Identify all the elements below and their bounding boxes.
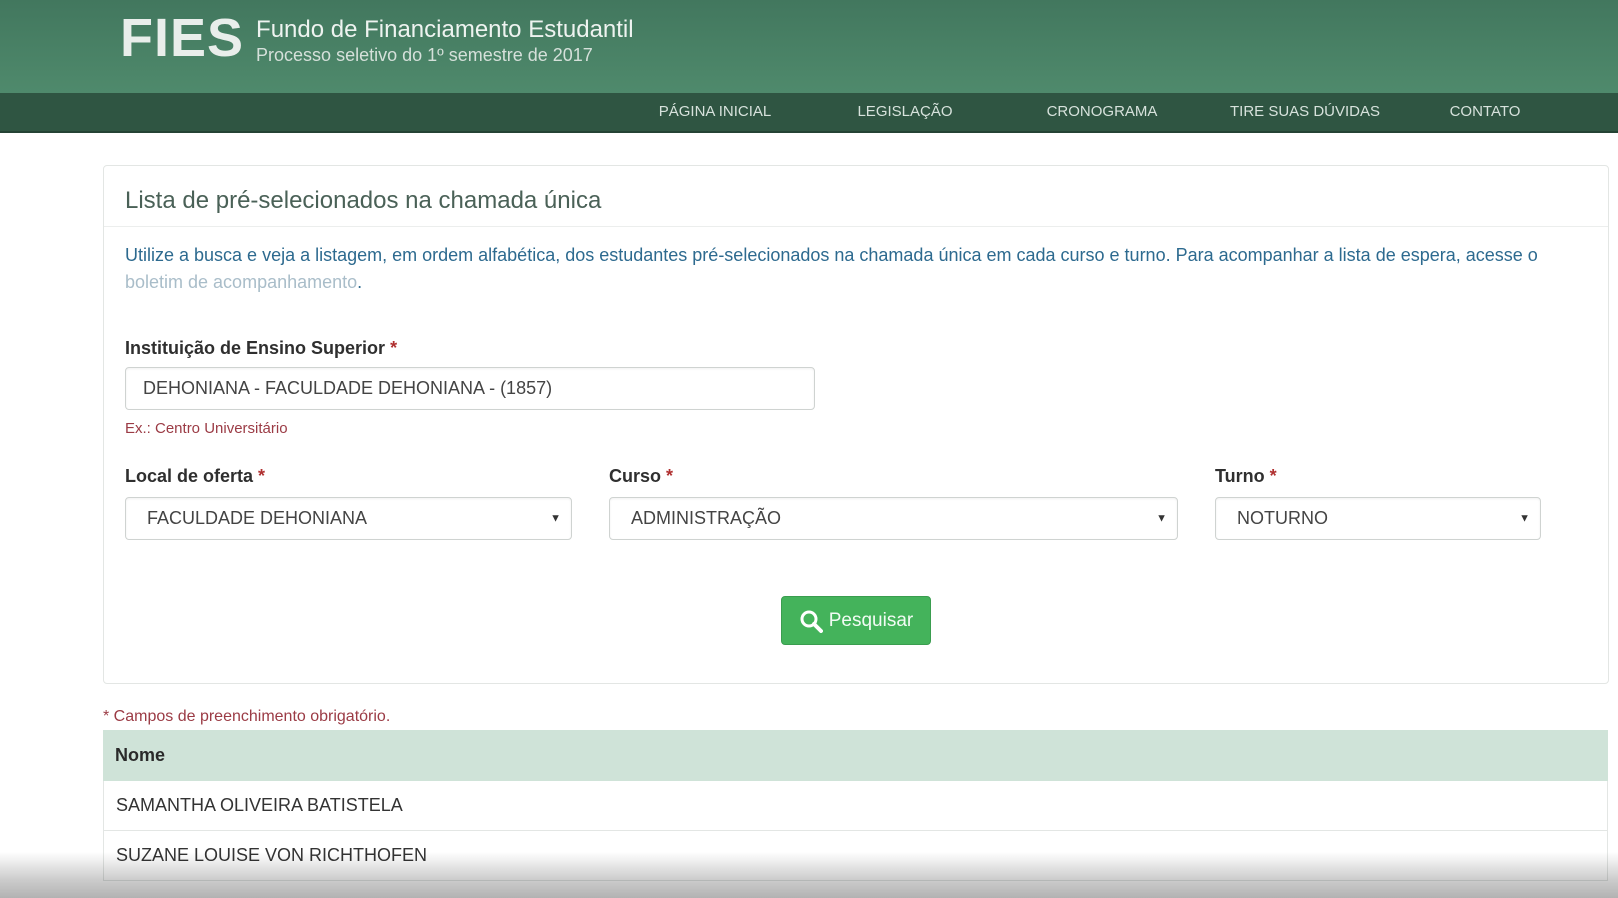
curso-label-text: Curso — [609, 466, 662, 486]
pesquisar-button[interactable]: Pesquisar — [781, 596, 931, 645]
nav-cronograma[interactable]: CRONOGRAMA — [1022, 93, 1182, 131]
site-header: FIES Fundo de Financiamento Estudantil P… — [0, 0, 1618, 93]
table-row: SUZANE LOUISE VON RICHTHOFEN — [103, 831, 1608, 881]
pesquisar-label: Pesquisar — [828, 609, 914, 631]
institution-label: Instituição de Ensino Superior * — [125, 338, 397, 359]
nav-contato[interactable]: CONTATO — [1430, 93, 1540, 131]
curso-select[interactable]: ADMINISTRAÇÃO ▼ — [609, 497, 1178, 540]
site-title: Fundo de Financiamento Estudantil — [256, 16, 634, 43]
fies-logo: FIES — [120, 8, 245, 68]
turno-label: Turno * — [1215, 466, 1277, 487]
caret-down-icon: ▼ — [550, 511, 561, 524]
intro-body: Utilize a busca e veja a listagem, em or… — [125, 245, 1538, 265]
local-label-text: Local de oferta — [125, 466, 254, 486]
institution-input[interactable]: DEHONIANA - FACULDADE DEHONIANA - (1857) — [125, 367, 815, 410]
required-marker: * — [1269, 466, 1277, 486]
panel-title: Lista de pré-selecionados na chamada úni… — [104, 166, 1608, 227]
required-marker: * — [390, 338, 398, 358]
required-fields-note: * Campos de preenchimento obrigatório. — [103, 708, 391, 725]
required-marker: * — [258, 466, 266, 486]
brand[interactable]: FIES Fundo de Financiamento Estudantil P… — [120, 10, 634, 66]
local-label: Local de oferta * — [125, 466, 265, 487]
nav-legislacao[interactable]: LEGISLAÇÃO — [830, 93, 980, 131]
boletim-link[interactable]: boletim de acompanhamento — [125, 272, 357, 292]
search-icon — [800, 610, 823, 633]
local-value: FACULDADE DEHONIANA — [147, 508, 368, 528]
institution-hint: Ex.: Centro Universitário — [125, 420, 288, 437]
caret-down-icon: ▼ — [1519, 511, 1530, 524]
table-row: SAMANTHA OLIVEIRA BATISTELA — [103, 781, 1608, 831]
turno-label-text: Turno — [1215, 466, 1265, 486]
table-header-nome: Nome — [103, 730, 1608, 781]
site-subtitle: Processo seletivo do 1º semestre de 2017 — [256, 45, 593, 65]
required-marker: * — [666, 466, 674, 486]
institution-value: DEHONIANA - FACULDADE DEHONIANA - (1857) — [143, 378, 553, 398]
curso-label: Curso * — [609, 466, 673, 487]
results-table: Nome SAMANTHA OLIVEIRA BATISTELA SUZANE … — [103, 730, 1608, 881]
intro-end: . — [357, 272, 363, 292]
curso-value: ADMINISTRAÇÃO — [631, 508, 782, 528]
intro-text: Utilize a busca e veja a listagem, em or… — [125, 242, 1545, 296]
nav-tire-suas-duvidas[interactable]: TIRE SUAS DÚVIDAS — [1215, 93, 1395, 131]
institution-label-text: Instituição de Ensino Superior — [125, 338, 386, 358]
search-panel: Lista de pré-selecionados na chamada úni… — [103, 165, 1609, 684]
turno-value: NOTURNO — [1237, 508, 1328, 528]
nav-pagina-inicial[interactable]: PÁGINA INICIAL — [640, 93, 790, 131]
turno-select[interactable]: NOTURNO ▼ — [1215, 497, 1541, 540]
main-nav: PÁGINA INICIAL LEGISLAÇÃO CRONOGRAMA TIR… — [0, 93, 1618, 133]
local-select[interactable]: FACULDADE DEHONIANA ▼ — [125, 497, 572, 540]
caret-down-icon: ▼ — [1156, 511, 1167, 524]
